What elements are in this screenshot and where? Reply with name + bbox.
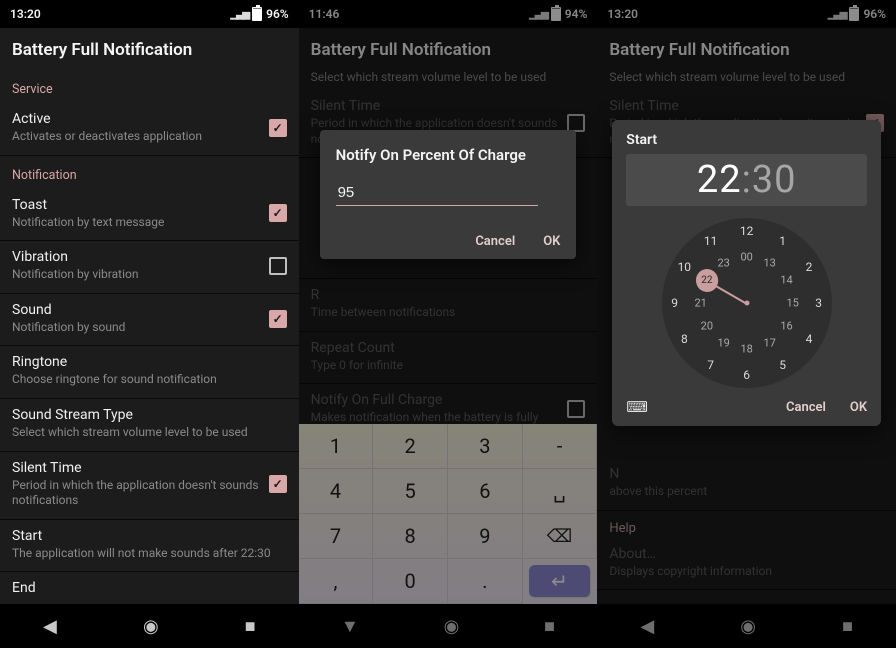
checkbox-sound[interactable] — [269, 310, 287, 328]
dialog-overlay: Start 22:30 1212345678910110013141516171… — [597, 0, 896, 648]
time-display: 22:30 — [626, 154, 867, 206]
hour-value[interactable]: 22 — [697, 158, 742, 202]
checkbox-active[interactable] — [269, 119, 287, 137]
percent-input[interactable] — [336, 180, 538, 206]
ok-button[interactable]: OK — [543, 234, 560, 249]
clock-hour-16[interactable]: 16 — [780, 320, 792, 333]
clock-hour-20[interactable]: 20 — [701, 320, 713, 333]
keyboard-icon[interactable]: ⌨ — [626, 398, 648, 416]
dialog-overlay: Notify On Percent Of Charge Cancel OK — [299, 0, 598, 648]
status-time: 13:20 — [10, 7, 41, 21]
clock-hour-11[interactable]: 11 — [704, 234, 718, 248]
clock-selected-hour[interactable]: 22 — [696, 269, 718, 291]
clock-hour-9[interactable]: 9 — [671, 296, 678, 310]
dialog-title: Notify On Percent Of Charge — [336, 146, 561, 164]
clock-hour-6[interactable]: 6 — [743, 368, 750, 382]
row-sound-stream[interactable]: Sound Stream Type Select which stream vo… — [0, 399, 299, 452]
row-toast[interactable]: Toast Notification by text message — [0, 189, 299, 242]
cancel-button[interactable]: Cancel — [786, 400, 826, 415]
dialog-title: Start — [626, 132, 867, 148]
screen-percent-dialog: 11:46 ▁▃ ▅ 94% Battery Full Notification… — [299, 0, 598, 648]
status-bar: 13:20 ▁▃ ▅ 96% — [0, 0, 299, 28]
clock-hour-8[interactable]: 8 — [681, 332, 688, 346]
clock-hour-14[interactable]: 14 — [780, 274, 792, 287]
cancel-button[interactable]: Cancel — [475, 234, 515, 249]
clock-hour-4[interactable]: 4 — [806, 332, 813, 346]
screen-settings: 13:20 ▁▃ ▅ 96% Battery Full Notification… — [0, 0, 299, 648]
nav-back-icon[interactable]: ◀ — [43, 616, 57, 637]
clock-hour-7[interactable]: 7 — [707, 358, 714, 372]
screen-time-picker: 13:20 ▁▃ ▅ 96% Battery Full Notification… — [597, 0, 896, 648]
nav-home-icon[interactable]: ◉ — [143, 616, 159, 637]
row-silent-time[interactable]: Silent Time Period in which the applicat… — [0, 452, 299, 520]
clock-hour-17[interactable]: 17 — [763, 336, 775, 349]
row-ringtone[interactable]: Ringtone Choose ringtone for sound notif… — [0, 346, 299, 399]
battery-icon — [252, 7, 262, 21]
clock-hour-18[interactable]: 18 — [740, 343, 752, 356]
checkbox-toast[interactable] — [269, 204, 287, 222]
row-active[interactable]: Active Activates or deactivates applicat… — [0, 103, 299, 156]
section-service: Service — [0, 70, 299, 103]
percent-dialog: Notify On Percent Of Charge Cancel OK — [320, 130, 577, 259]
battery-percent: 96% — [266, 7, 289, 21]
row-active-sub: Activates or deactivates application — [12, 129, 263, 145]
wifi-icon: ▁▃ ▅ — [231, 9, 249, 20]
clock-hour-21[interactable]: 21 — [694, 297, 706, 310]
clock-hour-15[interactable]: 15 — [786, 297, 798, 310]
app-title: Battery Full Notification — [0, 28, 299, 70]
nav-bar: ◀ ◉ ■ — [0, 604, 299, 648]
ok-button[interactable]: OK — [850, 400, 867, 415]
clock-hour-19[interactable]: 19 — [717, 336, 729, 349]
checkbox-vibration[interactable] — [269, 257, 287, 275]
nav-recent-icon[interactable]: ■ — [245, 616, 256, 637]
clock-hour-23[interactable]: 23 — [717, 257, 729, 270]
clock-hour-5[interactable]: 5 — [779, 358, 786, 372]
clock-hour-1[interactable]: 1 — [779, 234, 786, 248]
row-active-title: Active — [12, 111, 263, 127]
clock-hour-13[interactable]: 13 — [763, 257, 775, 270]
row-end[interactable]: End — [0, 572, 299, 604]
clock-hour-00[interactable]: 00 — [740, 251, 752, 264]
clock-hour-3[interactable]: 3 — [815, 296, 822, 310]
clock-hour-2[interactable]: 2 — [806, 260, 813, 274]
row-sound[interactable]: Sound Notification by sound — [0, 294, 299, 347]
clock-hour-10[interactable]: 10 — [678, 260, 692, 274]
section-notification: Notification — [0, 156, 299, 189]
row-vibration[interactable]: Vibration Notification by vibration — [0, 241, 299, 294]
checkbox-silent-time[interactable] — [269, 475, 287, 493]
row-start[interactable]: Start The application will not make soun… — [0, 520, 299, 573]
minute-value[interactable]: 30 — [752, 158, 797, 202]
clock-hour-12[interactable]: 12 — [740, 224, 754, 238]
time-picker-dialog: Start 22:30 1212345678910110013141516171… — [612, 120, 881, 426]
clock-face[interactable]: 121234567891011001314151617181920212223 — [662, 218, 832, 388]
